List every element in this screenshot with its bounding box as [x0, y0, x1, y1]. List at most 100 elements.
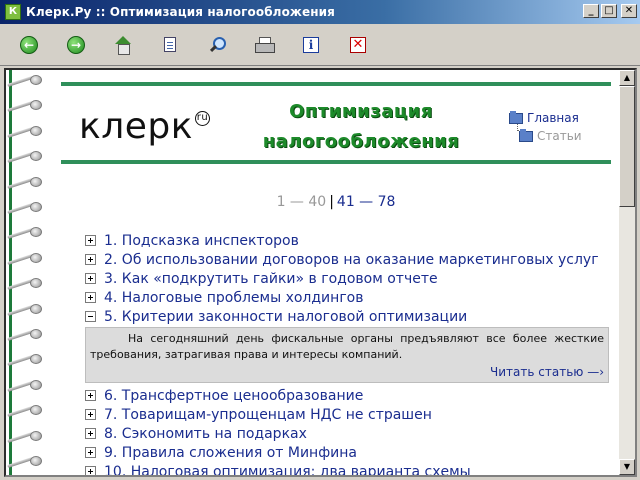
list-item[interactable]: 2. Об использовании договоров на оказани…: [85, 250, 611, 269]
spiral-ring: [6, 227, 42, 240]
expand-icon[interactable]: [85, 254, 96, 265]
spiral-hole: [30, 100, 42, 111]
article-link[interactable]: 2. Об использовании договоров на оказани…: [104, 252, 599, 268]
spiral-wire: [7, 355, 33, 367]
spiral-hole: [30, 151, 42, 162]
list-item[interactable]: 3. Как «подкрутить гайки» в годовом отче…: [85, 269, 611, 288]
folder-open-icon: [519, 128, 533, 142]
pagination: 1 — 40 | 41 — 78: [61, 194, 611, 210]
spiral-wire: [7, 279, 33, 291]
spiral-ring: [6, 379, 42, 392]
window-controls: _ □ ✕: [581, 4, 637, 18]
spiral-ring: [6, 100, 42, 113]
article-link[interactable]: 6. Трансфертное ценообразование: [104, 388, 363, 404]
expand-icon[interactable]: [85, 409, 96, 420]
scroll-thumb[interactable]: [619, 86, 635, 207]
scroll-down-button[interactable]: ▼: [619, 459, 635, 475]
spiral-wire: [7, 76, 33, 87]
page-separator: |: [329, 194, 334, 210]
spiral-hole: [30, 202, 42, 212]
spiral-wire: [7, 203, 33, 214]
list-item[interactable]: 1. Подсказка инспекторов: [85, 231, 611, 250]
article-link[interactable]: 7. Товарищам-упрощенцам НДС не страшен: [104, 407, 432, 423]
spiral-hole: [30, 354, 42, 365]
article-link[interactable]: 4. Налоговые проблемы холдингов: [104, 290, 364, 306]
spiral-ring: [6, 303, 42, 316]
list-item[interactable]: 6. Трансфертное ценообразование: [85, 386, 611, 405]
window-close-button[interactable]: ✕: [621, 4, 637, 18]
spiral-wire: [7, 406, 33, 418]
article-link[interactable]: 9. Правила сложения от Минфина: [104, 445, 357, 461]
article-summary: На сегодняшний день фискальные органы пр…: [85, 327, 609, 383]
spiral-ring: [6, 329, 42, 341]
forward-button[interactable]: →: [64, 33, 88, 57]
article-link[interactable]: 10. Налоговая оптимизация: два варианта …: [104, 464, 471, 476]
spiral-wire: [7, 101, 33, 113]
spiral-hole: [30, 278, 42, 289]
info-icon: i: [303, 36, 319, 53]
page-button[interactable]: [158, 33, 182, 57]
close-button[interactable]: ✕: [346, 33, 370, 57]
spiral-wire: [7, 253, 33, 265]
nav-home-link[interactable]: Главная: [527, 111, 579, 125]
nav-articles-item: Статьи: [537, 129, 582, 143]
spiral-ring: [6, 75, 42, 87]
article-link[interactable]: 5. Критерии законности налоговой оптимиз…: [104, 309, 467, 325]
article-link[interactable]: 1. Подсказка инспекторов: [104, 233, 299, 249]
maximize-button[interactable]: □: [601, 4, 617, 18]
page-title: Оптимизация налогообложения: [262, 101, 460, 152]
spiral-hole: [30, 227, 42, 238]
klerk-logo[interactable]: клерк ru: [79, 106, 210, 147]
minimize-button[interactable]: _: [583, 4, 599, 18]
spiral-hole: [30, 456, 42, 466]
list-item[interactable]: 8. Сэкономить на подарках: [85, 424, 611, 443]
article-link[interactable]: 8. Сэкономить на подарках: [104, 426, 307, 442]
collapse-icon[interactable]: [85, 311, 96, 322]
list-item[interactable]: 10. Налоговая оптимизация: два варианта …: [85, 462, 611, 476]
article-link[interactable]: 3. Как «подкрутить гайки» в годовом отче…: [104, 271, 438, 287]
info-button[interactable]: i: [299, 33, 323, 57]
expand-icon[interactable]: [85, 466, 96, 475]
read-article-link[interactable]: Читать статью —›: [490, 365, 604, 379]
spiral-ring: [6, 278, 42, 291]
expand-icon[interactable]: [85, 390, 96, 401]
spiral-ring: [6, 252, 42, 265]
document-icon: [164, 37, 176, 52]
spiral-ring: [6, 354, 42, 367]
back-button[interactable]: ←: [17, 33, 41, 57]
spiral-ring: [6, 151, 42, 164]
vertical-scrollbar[interactable]: ▲ ▼: [619, 70, 635, 475]
list-item[interactable]: 4. Налоговые проблемы холдингов: [85, 288, 611, 307]
logo-text: клерк: [79, 106, 193, 147]
spiral-hole: [30, 75, 42, 85]
printer-icon: [254, 36, 275, 53]
spiral-wire: [7, 457, 33, 468]
home-button[interactable]: [111, 33, 135, 57]
spiral-ring: [6, 430, 42, 443]
scroll-up-button[interactable]: ▲: [619, 70, 635, 86]
spiral-hole: [30, 405, 42, 416]
spiral-wire: [7, 330, 33, 341]
spiral-hole: [30, 379, 42, 390]
article-list: 1. Подсказка инспекторов 2. Об использова…: [85, 231, 611, 476]
spiral-hole: [30, 430, 42, 441]
spiral-ring: [6, 456, 42, 468]
home-icon: [114, 35, 132, 55]
spiral-hole: [30, 125, 42, 136]
expand-icon[interactable]: [85, 447, 96, 458]
list-item[interactable]: 9. Правила сложения от Минфина: [85, 443, 611, 462]
expand-icon[interactable]: [85, 273, 96, 284]
list-item[interactable]: 5. Критерии законности налоговой оптимиз…: [85, 307, 611, 326]
expand-icon[interactable]: [85, 428, 96, 439]
search-icon: [208, 36, 226, 54]
page-range-41-78[interactable]: 41 — 78: [337, 194, 396, 210]
print-button[interactable]: [252, 33, 276, 57]
list-item[interactable]: 7. Товарищам-упрощенцам НДС не страшен: [85, 405, 611, 424]
spiral-wire: [7, 380, 33, 392]
header-rule-top: [61, 82, 611, 86]
expand-icon[interactable]: [85, 292, 96, 303]
page-range-1-40[interactable]: 1 — 40: [277, 194, 327, 210]
expand-icon[interactable]: [85, 235, 96, 246]
spiral-hole: [30, 252, 42, 263]
search-button[interactable]: [205, 33, 229, 57]
